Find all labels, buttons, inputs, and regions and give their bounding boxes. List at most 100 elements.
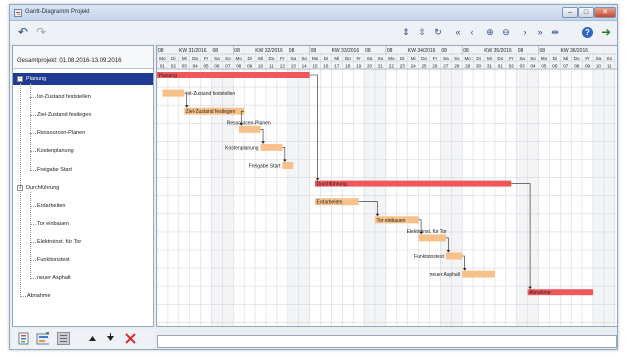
weekday-label: Mo bbox=[464, 56, 471, 61]
task-row[interactable]: Tor einbauen bbox=[13, 218, 153, 230]
title-bar[interactable]: Gantt-Diagramm Projekt – □ ✕ bbox=[10, 5, 617, 21]
task-row[interactable]: Freigabe Start bbox=[13, 164, 153, 176]
week-label: KW 32/2016 bbox=[255, 48, 283, 54]
task-label: Ziel-Zustand festlegen bbox=[37, 112, 92, 119]
weekend-column bbox=[603, 69, 615, 326]
day-number-label: 20 bbox=[367, 64, 373, 69]
weekday-label: So bbox=[530, 56, 536, 61]
redo-icon[interactable]: ↷ bbox=[34, 25, 48, 39]
close-button[interactable]: ✕ bbox=[594, 7, 616, 18]
weekday-label: Do bbox=[497, 56, 503, 61]
week-label: KW 33/2016 bbox=[332, 48, 360, 54]
weekday-label: Do bbox=[269, 56, 275, 61]
status-field[interactable] bbox=[157, 335, 617, 348]
undo-icon[interactable]: ↶ bbox=[16, 25, 30, 39]
weekend-column bbox=[451, 69, 463, 326]
day-number-label: 04 bbox=[530, 64, 536, 69]
task-row[interactable]: Ist-Zustand feststellen bbox=[13, 91, 153, 103]
help-icon[interactable]: ? bbox=[582, 27, 593, 38]
weekday-label: Mo bbox=[236, 56, 243, 61]
day-number-label: 19 bbox=[356, 64, 362, 69]
task-list-icon[interactable] bbox=[18, 332, 31, 345]
weekend-column bbox=[364, 69, 375, 326]
day-number-label: 22 bbox=[389, 64, 395, 69]
bar-label: Kostenplanung bbox=[225, 145, 259, 151]
day-number-label: 29 bbox=[465, 64, 471, 69]
expand-rows-icon[interactable]: ⇕ bbox=[399, 25, 413, 39]
last-page-icon[interactable]: » bbox=[533, 25, 547, 39]
prev-page-icon[interactable]: ‹ bbox=[465, 25, 479, 39]
day-number-label: 31 bbox=[487, 64, 493, 69]
day-number-label: 11 bbox=[269, 64, 274, 69]
weekday-label: So bbox=[454, 56, 460, 61]
day-number-label: 21 bbox=[378, 64, 384, 69]
day-number-label: 05 bbox=[541, 64, 547, 69]
bar-label: Durchführung bbox=[317, 182, 348, 188]
task-row[interactable]: Ressourcen-Planen bbox=[13, 127, 153, 139]
collapse-toggle-icon[interactable]: − bbox=[17, 76, 23, 82]
first-page-icon[interactable]: « bbox=[451, 25, 465, 39]
next-page-icon[interactable]: › bbox=[518, 25, 532, 39]
bar-label: Erdarbeiten bbox=[317, 200, 343, 206]
month-label: 08 bbox=[158, 48, 164, 54]
move-up-icon[interactable] bbox=[86, 332, 99, 345]
day-number-label: 06 bbox=[552, 64, 558, 69]
task-row[interactable]: Erdarbeiten bbox=[13, 200, 153, 212]
collapse-rows-icon[interactable]: ⇳ bbox=[415, 25, 429, 39]
task-label: Abnahme bbox=[27, 293, 51, 300]
exit-icon[interactable]: ➜ bbox=[599, 25, 613, 40]
delete-task-icon[interactable] bbox=[124, 332, 137, 345]
task-row[interactable]: neuer Asphalt bbox=[13, 272, 153, 284]
dependency-link bbox=[260, 129, 264, 143]
day-number-label: 02 bbox=[509, 64, 515, 69]
summary-bar bbox=[157, 72, 310, 78]
weekday-label: Di bbox=[553, 56, 557, 61]
day-number-label: 02 bbox=[171, 64, 177, 69]
task-row[interactable]: Ziel-Zustand festlegen bbox=[13, 109, 153, 121]
move-down-icon[interactable] bbox=[104, 332, 117, 345]
task-bar bbox=[260, 143, 283, 151]
maximize-button[interactable]: □ bbox=[578, 7, 594, 18]
weekday-label: Sa bbox=[214, 56, 220, 61]
weekday-label: Sa bbox=[290, 56, 296, 61]
weekday-label: Mi bbox=[334, 56, 339, 61]
task-row[interactable]: Funktionstest bbox=[13, 254, 153, 266]
weekday-label: So bbox=[378, 56, 384, 61]
month-label: 08 bbox=[540, 48, 546, 54]
bar-label: Tor einbauen bbox=[377, 218, 406, 224]
day-number-label: 16 bbox=[323, 64, 329, 69]
day-number-label: 07 bbox=[225, 64, 231, 69]
gantt-chart-svg: 08 KW 31/2016 08 KW 32/2016 08 KW 33/2016 08 KW… bbox=[157, 46, 617, 326]
month-label: 08 bbox=[441, 48, 447, 54]
weekend-column bbox=[593, 69, 604, 326]
task-row[interactable]: Kostenplanung bbox=[13, 145, 153, 157]
task-row[interactable]: − Durchführung bbox=[13, 182, 153, 194]
week-label: KW 34/2016 bbox=[408, 48, 436, 54]
task-label: Ressourcen-Planen bbox=[37, 130, 86, 137]
task-bar bbox=[282, 162, 294, 169]
zoom-in-icon[interactable]: ⊕ bbox=[483, 25, 497, 39]
week-label: KW 35/2016 bbox=[484, 48, 512, 54]
task-label: neuer Asphalt bbox=[37, 275, 71, 282]
refresh-icon[interactable]: ↻ bbox=[431, 25, 445, 39]
month-label: 08 bbox=[387, 48, 393, 54]
day-number-label: 23 bbox=[400, 64, 406, 69]
fit-width-icon[interactable]: ⇹ bbox=[548, 25, 562, 39]
day-number-label: 26 bbox=[432, 64, 438, 69]
dependency-link bbox=[282, 147, 286, 161]
insert-task-icon[interactable] bbox=[36, 332, 49, 345]
task-row[interactable]: − Planung bbox=[13, 73, 153, 85]
day-number-label: 08 bbox=[236, 64, 242, 69]
zoom-out-icon[interactable]: ⊖ bbox=[499, 25, 513, 39]
minimize-button[interactable]: – bbox=[562, 7, 578, 18]
task-bar bbox=[418, 234, 446, 242]
weekend-column bbox=[222, 69, 234, 326]
table-view-icon[interactable] bbox=[57, 332, 70, 345]
task-label: Erdarbeiten bbox=[37, 202, 66, 209]
task-row[interactable]: Elektroinst. für Tor bbox=[13, 236, 153, 248]
task-row[interactable]: Abnahme bbox=[13, 290, 153, 302]
day-number-label: 11 bbox=[607, 64, 612, 69]
task-label: Funktionstest bbox=[37, 257, 70, 263]
month-label: 08 bbox=[463, 48, 469, 54]
day-number-label: 17 bbox=[334, 64, 340, 69]
